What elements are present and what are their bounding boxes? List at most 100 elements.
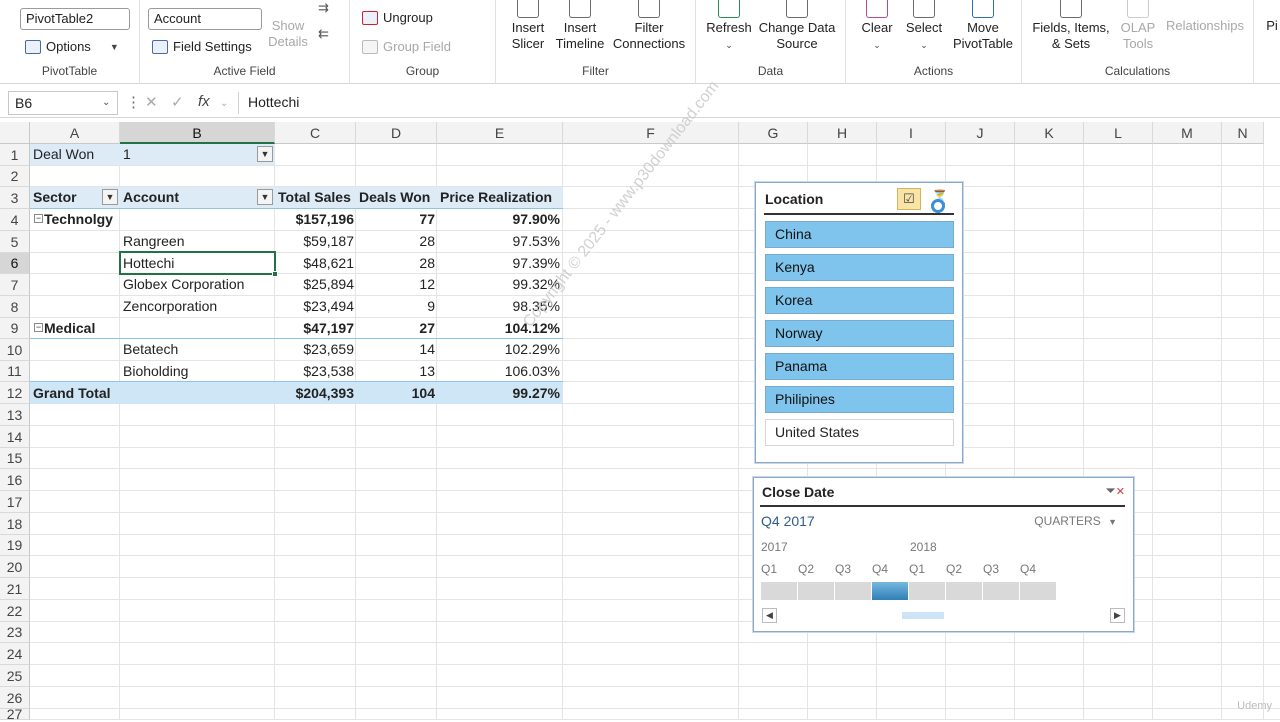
expand-field-icon[interactable]: ⇉ (318, 0, 329, 16)
cancel-icon[interactable]: ✕ (145, 93, 158, 111)
insert-slicer-button[interactable]: Insert Slicer (506, 0, 550, 52)
row-header-15[interactable]: 15 (0, 448, 30, 469)
account-deals-won[interactable]: 28 (356, 231, 438, 252)
row-header-27[interactable]: 27 (0, 709, 30, 720)
pivottable-name-input[interactable]: PivotTable2 (20, 8, 130, 30)
account-price-realization[interactable]: 97.53% (437, 231, 563, 252)
row-header-8[interactable]: 8 (0, 296, 30, 318)
close-date-timeline[interactable]: Close Date ⏷✕ Q4 2017 QUARTERS ▼ 2017 20… (753, 477, 1134, 632)
fill-handle[interactable] (272, 271, 278, 277)
move-pivottable-button[interactable]: Move PivotTable (950, 0, 1016, 52)
column-header-k[interactable]: K (1015, 122, 1084, 144)
account-name-cell[interactable]: Globex Corporation (120, 274, 275, 295)
chevron-down-icon[interactable]: ⌄ (220, 98, 228, 109)
field-settings-button[interactable]: Field Settings (152, 39, 252, 54)
row-header-22[interactable]: 22 (0, 600, 30, 622)
select-all-corner[interactable] (0, 122, 30, 144)
multi-select-icon[interactable]: ☑ (897, 188, 921, 210)
formula-input[interactable]: Hottechi (248, 94, 299, 110)
grand-total-price-realization[interactable]: 99.27% (437, 383, 563, 404)
timeline-period-bar[interactable] (983, 582, 1019, 600)
sector-price-realization[interactable]: 97.90% (437, 209, 563, 230)
column-header-m[interactable]: M (1153, 122, 1222, 144)
account-name-cell[interactable]: Zencorporation (120, 296, 275, 317)
account-name-cell[interactable]: Bioholding (120, 361, 275, 382)
column-header-a[interactable]: A (30, 122, 120, 144)
account-price-realization[interactable]: 106.03% (437, 361, 563, 382)
options-button[interactable]: Options ▼ (25, 39, 119, 54)
row-header-4[interactable]: 4 (0, 209, 30, 231)
header-price-realization[interactable]: Price Realization (437, 187, 563, 208)
active-field-input[interactable]: Account (148, 8, 262, 30)
relationships-button[interactable]: Relationships (1164, 18, 1246, 34)
insert-function-icon[interactable]: fx (198, 93, 210, 110)
row-header-1[interactable]: 1 (0, 144, 30, 166)
timeline-period-bar[interactable] (909, 582, 945, 600)
account-deals-won[interactable]: 12 (356, 274, 438, 295)
filter-value-cell[interactable]: 1 (120, 144, 250, 165)
row-header-16[interactable]: 16 (0, 469, 30, 491)
sector-deals-won[interactable]: 27 (356, 318, 438, 339)
column-header-i[interactable]: I (877, 122, 946, 144)
fields-items-sets-button[interactable]: Fields, Items, & Sets (1030, 0, 1112, 52)
account-name-cell[interactable]: Rangreen (120, 231, 275, 252)
row-header-6[interactable]: 6 (0, 253, 30, 274)
insert-timeline-button[interactable]: Insert Timeline (554, 0, 606, 52)
row-header-9[interactable]: 9 (0, 318, 30, 339)
row-header-12[interactable]: 12 (0, 382, 30, 404)
change-data-source-button[interactable]: Change Data Source (756, 0, 838, 52)
timeline-period-bar[interactable] (946, 582, 982, 600)
row-header-20[interactable]: 20 (0, 556, 30, 578)
slicer-item-united-states[interactable]: United States (765, 419, 954, 446)
sector-deals-won[interactable]: 77 (356, 209, 438, 230)
timeline-period-bar[interactable] (1020, 582, 1056, 600)
column-header-c[interactable]: C (275, 122, 356, 144)
row-header-5[interactable]: 5 (0, 231, 30, 253)
sector-filter-icon[interactable]: ▼ (102, 189, 118, 205)
row-header-7[interactable]: 7 (0, 274, 30, 296)
timeline-period-bar[interactable] (798, 582, 834, 600)
account-total-sales[interactable]: $25,894 (275, 274, 357, 295)
overflow-ribbon-item[interactable]: Pi (1264, 18, 1280, 34)
row-header-11[interactable]: 11 (0, 361, 30, 382)
account-price-realization[interactable]: 97.39% (437, 253, 563, 274)
slicer-item-norway[interactable]: Norway (765, 320, 954, 347)
sector-name-cell[interactable]: Technolgy (41, 209, 121, 230)
row-header-13[interactable]: 13 (0, 404, 30, 426)
column-header-l[interactable]: L (1084, 122, 1153, 144)
sector-total-sales[interactable]: $157,196 (275, 209, 357, 230)
row-header-25[interactable]: 25 (0, 665, 30, 687)
account-name-cell[interactable]: Betatech (120, 339, 275, 360)
ungroup-button[interactable]: Ungroup (362, 10, 433, 25)
row-header-17[interactable]: 17 (0, 491, 30, 513)
slicer-item-philipines[interactable]: Philipines (765, 386, 954, 413)
sector-total-sales[interactable]: $47,197 (275, 318, 357, 339)
timeline-period-bar[interactable] (872, 582, 908, 600)
column-header-g[interactable]: G (739, 122, 808, 144)
row-header-10[interactable]: 10 (0, 339, 30, 361)
row-header-3[interactable]: 3 (0, 187, 30, 209)
timeline-scroll-thumb[interactable] (902, 612, 944, 619)
timeline-period-bar[interactable] (835, 582, 871, 600)
clear-filter-icon[interactable]: ⏷✕ (1105, 483, 1125, 499)
clear-button[interactable]: Clear ⌄ (854, 0, 900, 53)
timeline-period-bar[interactable] (761, 582, 797, 600)
slicer-item-panama[interactable]: Panama (765, 353, 954, 380)
group-field-button[interactable]: Group Field (362, 39, 451, 54)
account-deals-won[interactable]: 28 (356, 253, 438, 274)
grand-total-deals-won[interactable]: 104 (356, 383, 438, 404)
row-header-2[interactable]: 2 (0, 166, 30, 187)
account-deals-won[interactable]: 13 (356, 361, 438, 382)
header-deals-won[interactable]: Deals Won (356, 187, 438, 208)
header-account[interactable]: Account (120, 187, 256, 208)
enter-icon[interactable]: ✓ (171, 93, 184, 111)
slicer-item-kenya[interactable]: Kenya (765, 254, 954, 281)
grand-total-label[interactable]: Grand Total (30, 383, 150, 404)
row-header-14[interactable]: 14 (0, 426, 30, 448)
filter-connections-button[interactable]: Filter Connections (610, 0, 688, 52)
slicer-item-korea[interactable]: Korea (765, 287, 954, 314)
column-header-f[interactable]: F (563, 122, 739, 144)
account-total-sales[interactable]: $23,659 (275, 339, 357, 360)
account-total-sales[interactable]: $48,621 (275, 253, 357, 274)
column-header-n[interactable]: N (1222, 122, 1264, 144)
